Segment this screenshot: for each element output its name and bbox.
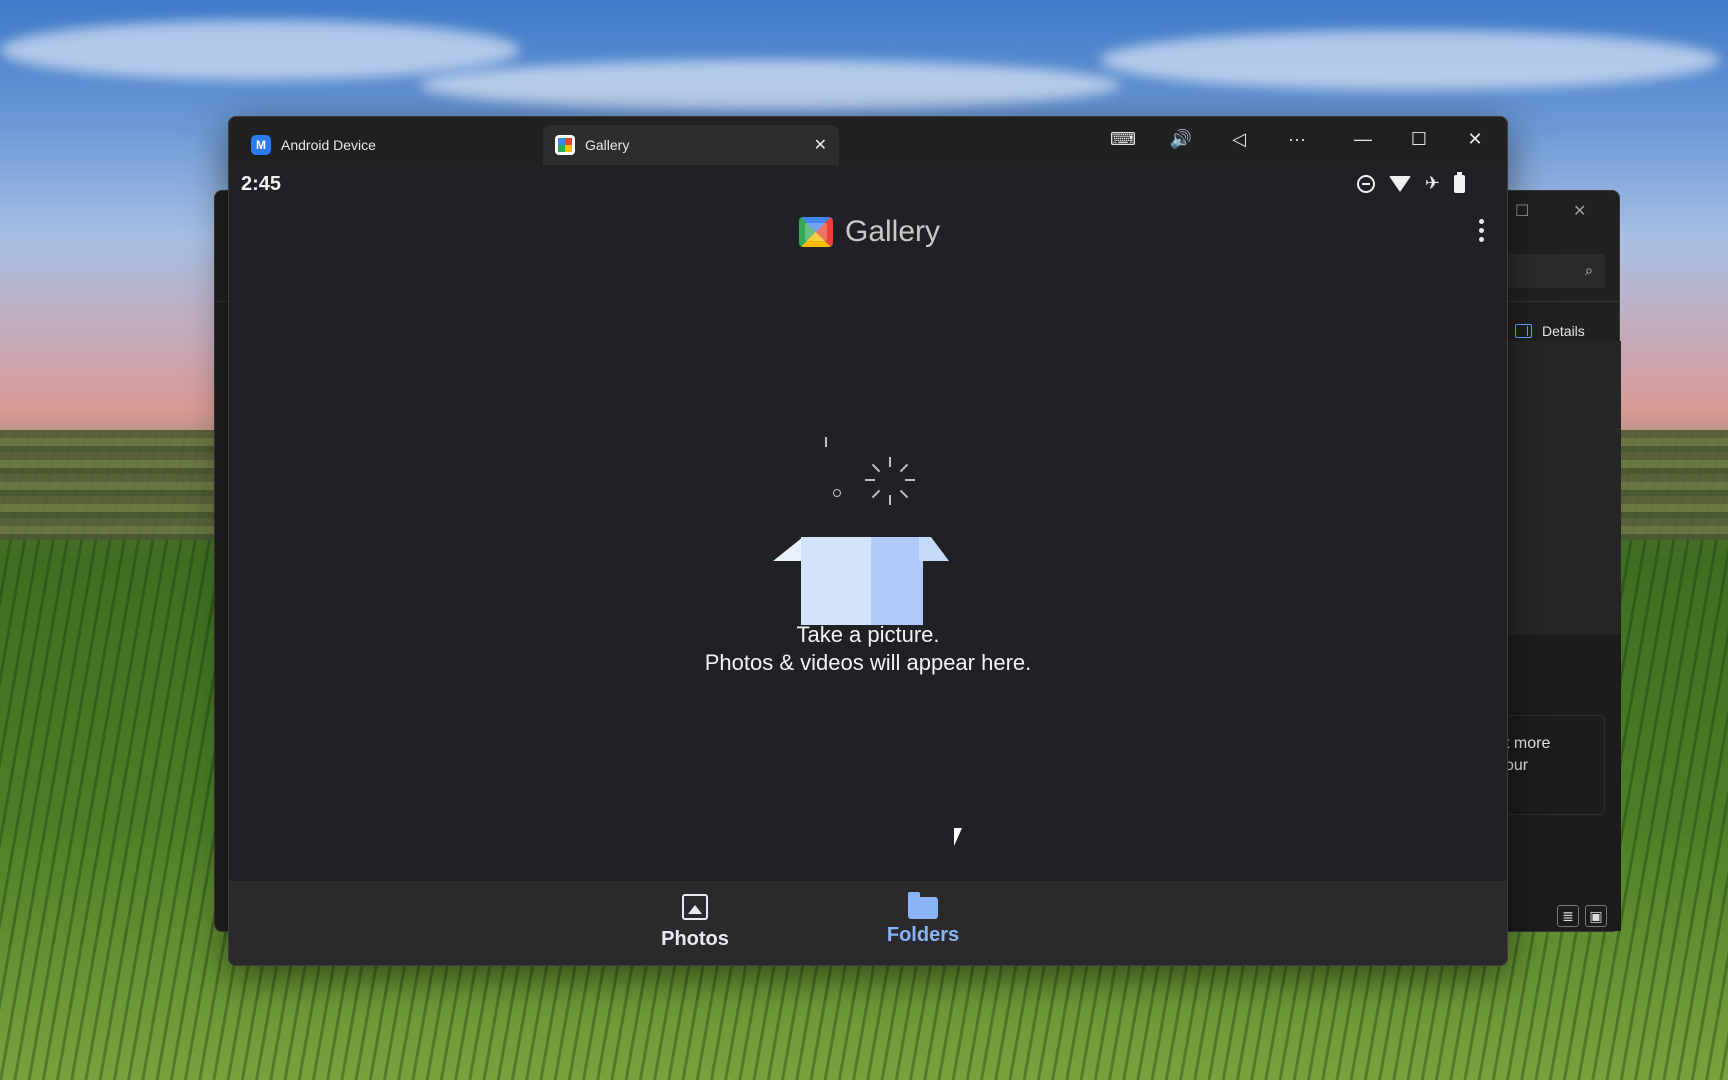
do-not-disturb-icon [1356,174,1375,193]
sparkle [871,463,881,473]
close-icon[interactable]: ✕ [1573,201,1586,221]
battery-icon [1454,171,1465,193]
sparkle [889,457,891,467]
folder-icon [908,892,938,919]
maximize-icon[interactable]: ☐ [1515,201,1529,221]
nav-folders[interactable]: Folders [863,892,983,947]
tab-gallery[interactable]: Gallery ✕ [543,125,839,165]
tip-line-2: our [1505,757,1529,774]
wallpaper-cloud [420,60,1120,110]
tiles-view-icon[interactable]: ▣ [1585,905,1607,927]
empty-line-2: Photos & videos will appear here. [704,650,1032,675]
airplane-mode-icon: ✈ [1424,173,1440,193]
search-box[interactable]: ⌕ [1505,254,1605,288]
details-pane-icon [1515,324,1532,338]
tab-android-device[interactable]: M Android Device [239,125,529,165]
sparkle [871,489,881,499]
nav-photos[interactable]: Photos [635,894,755,951]
wallpaper-cloud [1100,30,1720,90]
details-label: Details [1542,323,1585,339]
photo-icon [682,894,708,920]
back-icon[interactable]: ◁ [1223,129,1255,150]
gallery-logo-icon [799,217,833,247]
wifi-icon [1388,175,1411,192]
tip-text: t more our [1505,733,1585,777]
app-bar: Gallery [229,205,1507,265]
empty-line-1: Take a picture. [796,622,940,647]
box-side [801,537,873,625]
gallery-icon [555,135,575,155]
tab-label: Gallery [585,137,630,153]
status-icons: ✈ [1356,171,1465,194]
window-titlebar[interactable]: M Android Device Gallery ✕ ⌨ 🔊 ◁ ··· — ☐… [229,117,1507,165]
close-tab-icon[interactable]: ✕ [814,135,827,155]
list-view-icon[interactable]: ≣ [1557,905,1579,927]
volume-icon[interactable]: 🔊 [1165,129,1197,150]
maximize-icon[interactable]: ☐ [1403,129,1435,150]
sparkle [865,479,875,481]
app-title: Gallery [845,215,941,248]
tip-line-1: t more [1505,735,1551,752]
android-device-icon: M [251,135,271,155]
minimize-icon[interactable]: — [1347,129,1379,150]
keyboard-icon[interactable]: ⌨ [1107,129,1139,150]
mouse-cursor [954,828,962,846]
empty-state-message: Take a picture. Photos & videos will app… [229,621,1507,677]
close-icon[interactable]: ✕ [1459,129,1491,150]
status-time: 2:45 [241,173,282,195]
nav-folders-label: Folders [886,924,960,946]
sparkle [825,437,827,447]
details-button[interactable]: Details [1515,323,1585,339]
android-screen[interactable]: 2:45 ✈ Gallery Take a picture. Photos & … [229,165,1507,965]
empty-box-illustration [769,437,969,645]
sparkle [833,489,841,497]
wallpaper-cloud [0,20,520,80]
box-flap [919,537,949,561]
overflow-menu-icon[interactable] [1479,219,1487,242]
sparkle [899,463,909,473]
more-options-icon[interactable]: ··· [1281,129,1313,150]
sparkle [889,495,891,505]
box-side [871,537,923,625]
android-device-window: M Android Device Gallery ✕ ⌨ 🔊 ◁ ··· — ☐… [228,116,1508,966]
nav-photos-label: Photos [661,928,729,950]
sparkle [899,489,909,499]
search-icon: ⌕ [1585,262,1593,278]
sparkle [905,479,915,481]
bottom-navigation: Photos Folders [229,881,1507,965]
tab-label: Android Device [281,137,376,153]
